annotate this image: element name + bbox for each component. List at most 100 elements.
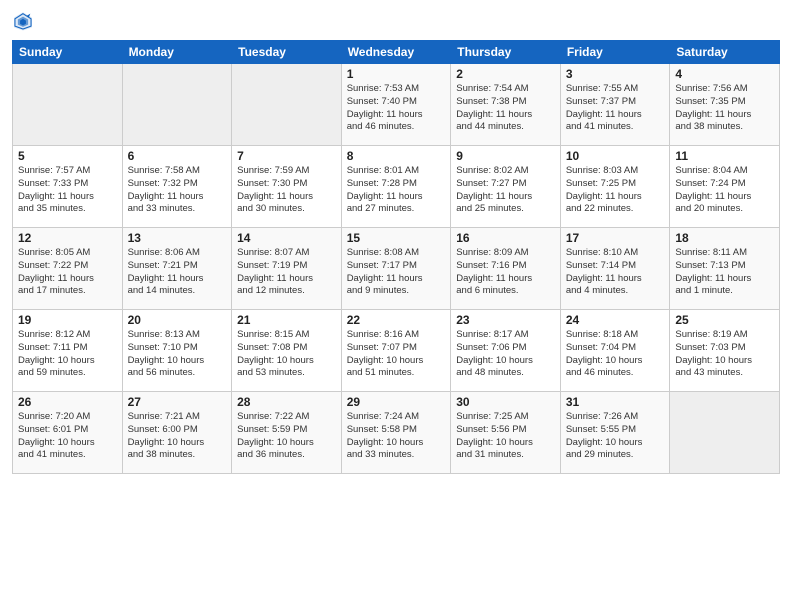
calendar-cell: 20 Sunrise: 8:13 AMSunset: 7:10 PMDayligh… — [122, 310, 232, 392]
calendar: SundayMondayTuesdayWednesdayThursdayFrid… — [12, 40, 780, 474]
calendar-cell: 15 Sunrise: 8:08 AMSunset: 7:17 PMDayligh… — [341, 228, 451, 310]
calendar-week-row: 1 Sunrise: 7:53 AMSunset: 7:40 PMDaylight… — [13, 64, 780, 146]
day-info: Sunrise: 7:54 AMSunset: 7:38 PMDaylight:… — [456, 83, 555, 134]
day-number: 19 — [18, 313, 117, 327]
calendar-cell: 10 Sunrise: 8:03 AMSunset: 7:25 PMDayligh… — [560, 146, 670, 228]
day-number: 24 — [566, 313, 665, 327]
calendar-cell: 3 Sunrise: 7:55 AMSunset: 7:37 PMDaylight… — [560, 64, 670, 146]
calendar-cell: 12 Sunrise: 8:05 AMSunset: 7:22 PMDayligh… — [13, 228, 123, 310]
day-number: 11 — [675, 149, 774, 163]
day-number: 18 — [675, 231, 774, 245]
day-number: 12 — [18, 231, 117, 245]
day-info: Sunrise: 8:03 AMSunset: 7:25 PMDaylight:… — [566, 165, 665, 216]
day-number: 2 — [456, 67, 555, 81]
day-info: Sunrise: 7:55 AMSunset: 7:37 PMDaylight:… — [566, 83, 665, 134]
calendar-cell: 2 Sunrise: 7:54 AMSunset: 7:38 PMDaylight… — [451, 64, 561, 146]
day-number: 8 — [347, 149, 446, 163]
calendar-cell: 29Sunrise: 7:24 AMSunset: 5:58 PMDayligh… — [341, 392, 451, 474]
day-number: 6 — [128, 149, 227, 163]
weekday-header: Wednesday — [341, 41, 451, 64]
day-number: 29 — [347, 395, 446, 409]
weekday-header-row: SundayMondayTuesdayWednesdayThursdayFrid… — [13, 41, 780, 64]
calendar-cell: 30 Sunrise: 7:25 AMSunset: 5:56 PMDayligh… — [451, 392, 561, 474]
calendar-cell: 8 Sunrise: 8:01 AMSunset: 7:28 PMDaylight… — [341, 146, 451, 228]
calendar-cell: 13 Sunrise: 8:06 AMSunset: 7:21 PMDayligh… — [122, 228, 232, 310]
calendar-cell: 28 Sunrise: 7:22 AMSunset: 5:59 PMDayligh… — [232, 392, 342, 474]
weekday-header: Sunday — [13, 41, 123, 64]
calendar-cell: 24 Sunrise: 8:18 AMSunset: 7:04 PMDayligh… — [560, 310, 670, 392]
day-number: 23 — [456, 313, 555, 327]
day-number: 22 — [347, 313, 446, 327]
day-number: 13 — [128, 231, 227, 245]
day-number: 30 — [456, 395, 555, 409]
day-number: 14 — [237, 231, 336, 245]
weekday-header: Saturday — [670, 41, 780, 64]
calendar-cell: 19 Sunrise: 8:12 AMSunset: 7:11 PMDayligh… — [13, 310, 123, 392]
day-info: Sunrise: 8:06 AMSunset: 7:21 PMDaylight:… — [128, 247, 227, 298]
day-number: 16 — [456, 231, 555, 245]
calendar-cell: 7 Sunrise: 7:59 AMSunset: 7:30 PMDaylight… — [232, 146, 342, 228]
day-number: 31 — [566, 395, 665, 409]
calendar-cell: 21Sunrise: 8:15 AMSunset: 7:08 PMDayligh… — [232, 310, 342, 392]
day-number: 3 — [566, 67, 665, 81]
day-number: 28 — [237, 395, 336, 409]
header — [12, 10, 780, 32]
calendar-cell — [670, 392, 780, 474]
day-number: 20 — [128, 313, 227, 327]
day-info: Sunrise: 7:53 AMSunset: 7:40 PMDaylight:… — [347, 83, 446, 134]
calendar-cell: 18 Sunrise: 8:11 AMSunset: 7:13 PMDayligh… — [670, 228, 780, 310]
calendar-week-row: 26Sunrise: 7:20 AMSunset: 6:01 PMDayligh… — [13, 392, 780, 474]
logo — [12, 10, 38, 32]
day-info: Sunrise: 7:22 AMSunset: 5:59 PMDaylight:… — [237, 411, 336, 462]
weekday-header: Friday — [560, 41, 670, 64]
day-number: 9 — [456, 149, 555, 163]
logo-icon — [12, 10, 34, 32]
day-info: Sunrise: 7:59 AMSunset: 7:30 PMDaylight:… — [237, 165, 336, 216]
day-number: 27 — [128, 395, 227, 409]
day-info: Sunrise: 8:04 AMSunset: 7:24 PMDaylight:… — [675, 165, 774, 216]
day-number: 7 — [237, 149, 336, 163]
day-info: Sunrise: 8:05 AMSunset: 7:22 PMDaylight:… — [18, 247, 117, 298]
day-info: Sunrise: 7:26 AMSunset: 5:55 PMDaylight:… — [566, 411, 665, 462]
calendar-cell: 1 Sunrise: 7:53 AMSunset: 7:40 PMDaylight… — [341, 64, 451, 146]
day-info: Sunrise: 8:08 AMSunset: 7:17 PMDaylight:… — [347, 247, 446, 298]
calendar-cell: 22Sunrise: 8:16 AMSunset: 7:07 PMDayligh… — [341, 310, 451, 392]
day-number: 4 — [675, 67, 774, 81]
calendar-week-row: 5Sunrise: 7:57 AMSunset: 7:33 PMDaylight… — [13, 146, 780, 228]
calendar-cell: 4 Sunrise: 7:56 AMSunset: 7:35 PMDaylight… — [670, 64, 780, 146]
calendar-cell — [13, 64, 123, 146]
day-number: 26 — [18, 395, 117, 409]
weekday-header: Monday — [122, 41, 232, 64]
calendar-cell: 9 Sunrise: 8:02 AMSunset: 7:27 PMDaylight… — [451, 146, 561, 228]
calendar-cell: 17Sunrise: 8:10 AMSunset: 7:14 PMDayligh… — [560, 228, 670, 310]
day-info: Sunrise: 8:12 AMSunset: 7:11 PMDaylight:… — [18, 329, 117, 380]
day-info: Sunrise: 8:11 AMSunset: 7:13 PMDaylight:… — [675, 247, 774, 298]
weekday-header: Thursday — [451, 41, 561, 64]
day-info: Sunrise: 8:02 AMSunset: 7:27 PMDaylight:… — [456, 165, 555, 216]
day-info: Sunrise: 8:18 AMSunset: 7:04 PMDaylight:… — [566, 329, 665, 380]
day-info: Sunrise: 8:07 AMSunset: 7:19 PMDaylight:… — [237, 247, 336, 298]
calendar-cell: 6Sunrise: 7:58 AMSunset: 7:32 PMDaylight… — [122, 146, 232, 228]
calendar-week-row: 12 Sunrise: 8:05 AMSunset: 7:22 PMDayligh… — [13, 228, 780, 310]
calendar-cell: 11 Sunrise: 8:04 AMSunset: 7:24 PMDayligh… — [670, 146, 780, 228]
weekday-header: Tuesday — [232, 41, 342, 64]
calendar-cell: 23Sunrise: 8:17 AMSunset: 7:06 PMDayligh… — [451, 310, 561, 392]
calendar-cell: 14 Sunrise: 8:07 AMSunset: 7:19 PMDayligh… — [232, 228, 342, 310]
calendar-cell: 27Sunrise: 7:21 AMSunset: 6:00 PMDayligh… — [122, 392, 232, 474]
calendar-cell: 25Sunrise: 8:19 AMSunset: 7:03 PMDayligh… — [670, 310, 780, 392]
day-info: Sunrise: 7:56 AMSunset: 7:35 PMDaylight:… — [675, 83, 774, 134]
day-info: Sunrise: 7:25 AMSunset: 5:56 PMDaylight:… — [456, 411, 555, 462]
calendar-cell: 5Sunrise: 7:57 AMSunset: 7:33 PMDaylight… — [13, 146, 123, 228]
day-info: Sunrise: 8:13 AMSunset: 7:10 PMDaylight:… — [128, 329, 227, 380]
day-number: 10 — [566, 149, 665, 163]
calendar-week-row: 19 Sunrise: 8:12 AMSunset: 7:11 PMDayligh… — [13, 310, 780, 392]
day-number: 21 — [237, 313, 336, 327]
day-number: 1 — [347, 67, 446, 81]
day-info: Sunrise: 7:57 AMSunset: 7:33 PMDaylight:… — [18, 165, 117, 216]
calendar-cell — [232, 64, 342, 146]
page-container: SundayMondayTuesdayWednesdayThursdayFrid… — [0, 0, 792, 612]
day-info: Sunrise: 8:01 AMSunset: 7:28 PMDaylight:… — [347, 165, 446, 216]
calendar-cell: 31 Sunrise: 7:26 AMSunset: 5:55 PMDayligh… — [560, 392, 670, 474]
day-number: 15 — [347, 231, 446, 245]
day-info: Sunrise: 8:10 AMSunset: 7:14 PMDaylight:… — [566, 247, 665, 298]
